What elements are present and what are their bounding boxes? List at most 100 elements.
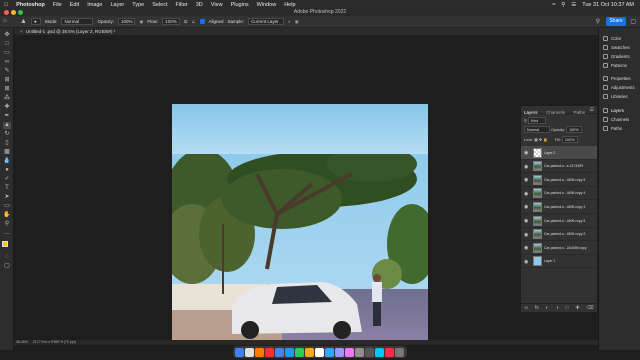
home-icon[interactable]: ⌂ xyxy=(3,18,7,24)
launchpad-icon[interactable] xyxy=(245,347,254,357)
acrobat-icon[interactable] xyxy=(265,347,274,357)
foreground-color-swatch[interactable] xyxy=(2,241,8,247)
screen-mode-icon[interactable]: ▢ xyxy=(3,263,11,270)
add-mask-icon[interactable]: ◐ xyxy=(546,305,549,311)
minimize-window-button[interactable] xyxy=(11,10,16,15)
close-window-button[interactable] xyxy=(4,10,9,15)
sample-select[interactable]: Current Layer xyxy=(248,18,285,25)
layer-opacity-field[interactable]: 100% xyxy=(566,126,582,133)
link-layers-icon[interactable]: ∞ xyxy=(524,305,528,311)
menu-layer[interactable]: Layer xyxy=(111,2,125,8)
type-tool-icon[interactable]: T xyxy=(3,185,11,192)
panel-menu-icon[interactable]: ☰ xyxy=(590,106,594,114)
calendar-icon[interactable] xyxy=(315,347,324,357)
dock-layers[interactable]: Layers xyxy=(603,108,624,113)
artboard-tool-icon[interactable]: □ xyxy=(3,41,11,48)
after-effects-icon[interactable] xyxy=(345,347,354,357)
layer-row[interactable]: ◉ Car-parked-n...4696 copy 5 xyxy=(521,214,597,228)
dock-paths[interactable]: Paths xyxy=(603,126,622,131)
eyedropper-tool-icon[interactable]: ⁂ xyxy=(3,95,11,102)
clone-stamp-icon[interactable]: ▲ xyxy=(20,18,27,25)
dock-properties[interactable]: Properties xyxy=(603,76,631,81)
control-center-icon[interactable]: ☰ xyxy=(571,2,576,8)
menu-type[interactable]: Type xyxy=(132,2,144,8)
fill-field[interactable]: 100% xyxy=(561,136,578,143)
visibility-eye-icon[interactable]: ◉ xyxy=(524,218,528,224)
visibility-eye-icon[interactable]: ◉ xyxy=(524,150,528,156)
more-tools-icon[interactable]: … xyxy=(3,230,11,237)
lasso-tool-icon[interactable]: ∞ xyxy=(3,59,11,66)
photoshop-icon[interactable] xyxy=(325,347,334,357)
kind-select[interactable]: Kind xyxy=(528,117,547,124)
document-info[interactable]: 2177 ft in x 9"887 ft (72 ppi) xyxy=(33,340,76,344)
healing-brush-tool-icon[interactable]: ✚ xyxy=(3,104,11,111)
marquee-tool-icon[interactable]: ▭ xyxy=(3,50,11,57)
music-icon[interactable] xyxy=(385,347,394,357)
menu-file[interactable]: File xyxy=(53,2,62,8)
dodge-tool-icon[interactable]: ● xyxy=(3,167,11,174)
chrome-icon[interactable] xyxy=(275,347,284,357)
menu-filter[interactable]: Filter xyxy=(176,2,188,8)
dock-color[interactable]: Color xyxy=(603,36,621,41)
visibility-eye-icon[interactable]: ◉ xyxy=(524,164,528,170)
notes-icon[interactable] xyxy=(305,347,314,357)
search-icon[interactable]: ⚲ xyxy=(561,2,565,8)
shape-tool-icon[interactable]: ▭ xyxy=(3,203,11,210)
clock-text[interactable]: Tue 31 Oct 10:37 AM xyxy=(582,2,634,8)
new-layer-icon[interactable]: ✚ xyxy=(575,305,579,311)
path-selection-tool-icon[interactable]: ➤ xyxy=(3,194,11,201)
apple-icon[interactable]:  xyxy=(4,2,8,8)
document-tab[interactable]: × Untitled-1 .psd @ 38.5% (Layer 2, RGB/… xyxy=(14,28,598,35)
visibility-eye-icon[interactable]: ◉ xyxy=(524,204,528,210)
menu-help[interactable]: Help xyxy=(284,2,295,8)
document-canvas[interactable] xyxy=(172,104,428,340)
trash-dock-icon[interactable] xyxy=(395,347,404,357)
clone-stamp-tool-icon[interactable]: ▲ xyxy=(3,122,11,129)
appstore-icon[interactable] xyxy=(375,347,384,357)
blur-tool-icon[interactable]: 💧 xyxy=(3,158,11,165)
history-brush-tool-icon[interactable]: ↻ xyxy=(3,131,11,138)
menu-3d[interactable]: 3D xyxy=(196,2,203,8)
visibility-eye-icon[interactable]: ◉ xyxy=(524,177,528,183)
layer-row[interactable]: ◉ Car-parked-n...4696 copy 4 xyxy=(521,187,597,201)
share-button[interactable]: Share xyxy=(606,17,626,26)
layer-row[interactable]: ◉ Layer 1 xyxy=(521,255,597,269)
quick-mask-icon[interactable]: ◌ xyxy=(3,254,11,261)
tab-channels[interactable]: Channels xyxy=(546,109,565,117)
tab-layers[interactable]: Layers xyxy=(524,109,538,117)
pressure-opacity-icon[interactable]: ◉ xyxy=(139,19,143,25)
layer-row[interactable]: ◉ Car-parked-n...e-2174399 xyxy=(521,160,597,174)
layer-row[interactable]: ◉ Car-parked-n...2A4696 copy xyxy=(521,241,597,255)
zoom-level[interactable]: 38.46% xyxy=(16,340,28,344)
dock-libraries[interactable]: Libraries xyxy=(603,94,627,99)
aligned-checkbox[interactable] xyxy=(199,19,205,24)
move-tool-icon[interactable]: ✥ xyxy=(3,32,11,39)
layer-row[interactable]: ◉ Car-parked-n...4696 copy 3 xyxy=(521,200,597,214)
search-icon[interactable]: ⚲ xyxy=(596,18,600,25)
pen-tool-icon[interactable]: ✓ xyxy=(3,176,11,183)
visibility-eye-icon[interactable]: ◉ xyxy=(524,245,528,251)
dock-swatches[interactable]: Swatches xyxy=(603,45,630,50)
dock-patterns[interactable]: Patterns xyxy=(603,63,627,68)
gradient-tool-icon[interactable]: ▩ xyxy=(3,149,11,156)
lock-all-icon[interactable]: 🔒 xyxy=(543,138,548,142)
lock-pixels-icon[interactable]: ▦ xyxy=(534,138,538,142)
visibility-eye-icon[interactable]: ◉ xyxy=(524,191,528,197)
wifi-icon[interactable]: ≈ xyxy=(552,2,555,8)
menu-edit[interactable]: Edit xyxy=(70,2,79,8)
quick-select-tool-icon[interactable]: ✎ xyxy=(3,68,11,75)
blend-mode-select[interactable]: Normal xyxy=(524,126,550,133)
app-menu[interactable]: Photoshop xyxy=(16,2,45,8)
illustrator-icon[interactable] xyxy=(255,347,264,357)
menu-image[interactable]: Image xyxy=(87,2,102,8)
ignore-adjustment-icon[interactable]: ◐ xyxy=(288,19,291,24)
fx-icon[interactable]: fx xyxy=(535,305,539,311)
brush-tool-icon[interactable]: ✒ xyxy=(3,113,11,120)
settings-icon[interactable] xyxy=(355,347,364,357)
smoothing-icon[interactable]: ∠ xyxy=(191,19,195,25)
safari-icon[interactable] xyxy=(285,347,294,357)
adjustment-layer-icon[interactable]: ◑ xyxy=(556,305,559,311)
frame-tool-icon[interactable]: ⊠ xyxy=(3,86,11,93)
workspace-icon[interactable]: ▢ xyxy=(630,18,636,25)
visibility-eye-icon[interactable]: ◉ xyxy=(524,232,528,238)
